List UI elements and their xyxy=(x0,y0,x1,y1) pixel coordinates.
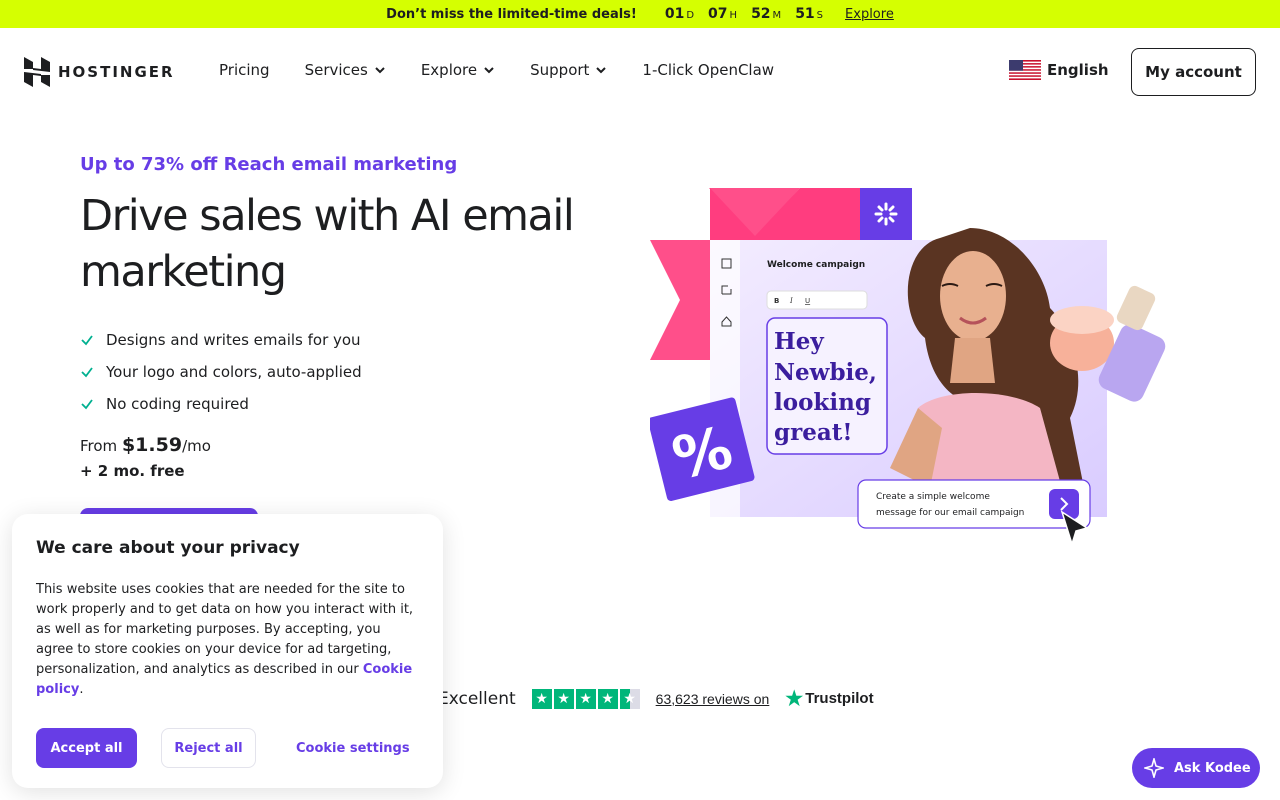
hostinger-logo-icon xyxy=(24,57,50,87)
star-icon: ★ xyxy=(531,688,552,709)
timer-days: 01 D xyxy=(664,6,695,22)
rating-word: Excellent xyxy=(438,688,516,709)
hero-headline: Drive sales with AI email marketing xyxy=(80,191,575,297)
cookie-body-text: This website uses cookies that are neede… xyxy=(36,582,414,677)
half-star-icon: ★ xyxy=(619,688,640,709)
my-account-button[interactable]: My account xyxy=(1131,48,1256,96)
feature-item: Your logo and colors, auto-applied xyxy=(80,356,362,388)
price-line: From $1.59/mo xyxy=(80,434,211,456)
check-icon xyxy=(81,367,93,378)
promo-explore-link[interactable]: Explore xyxy=(845,7,894,22)
feature-item: Designs and writes emails for you xyxy=(80,324,362,356)
nav-item-openclaw[interactable]: 1-Click OpenClaw xyxy=(642,61,774,79)
prompt-text-line: Create a simple welcome xyxy=(876,492,990,502)
loader-tile xyxy=(860,188,912,240)
price-suffix: /mo xyxy=(182,437,211,455)
language-label: English xyxy=(1047,61,1109,79)
promo-message: Don’t miss the limited-time deals! xyxy=(386,6,637,22)
hostinger-logo[interactable]: HOSTINGER xyxy=(24,57,175,87)
prompt-text-line: message for our email campaign xyxy=(876,508,1024,518)
cookie-consent-dialog: We care about your privacy This website … xyxy=(12,514,443,788)
main-nav: HOSTINGER Pricing Services Explore Suppo… xyxy=(0,28,1280,116)
nav-item-label: Services xyxy=(304,61,368,79)
underline-icon: U xyxy=(805,297,810,305)
greeting-line: great! xyxy=(774,419,852,446)
format-toolbar xyxy=(766,290,868,310)
bold-icon: B xyxy=(774,297,779,305)
star-icon: ★ xyxy=(575,688,596,709)
nav-item-pricing[interactable]: Pricing xyxy=(219,61,270,79)
nav-item-label: Explore xyxy=(420,61,478,79)
cookie-settings-button[interactable]: Cookie settings xyxy=(280,728,426,768)
nav-item-support[interactable]: Support xyxy=(530,61,607,79)
nav-menu: Pricing Services Explore Support 1-Click… xyxy=(219,61,809,79)
trustpilot-star-icon: ★ xyxy=(785,688,804,710)
price-prefix: From xyxy=(80,437,118,455)
hero-illustration: Welcome campaign B I U Hey Newbie, looki… xyxy=(650,188,1166,547)
star-icon: ★ xyxy=(553,688,574,709)
greeting-line: Hey xyxy=(774,328,824,355)
feature-text: No coding required xyxy=(106,395,249,413)
review-count[interactable]: 63,623 reviews on xyxy=(656,691,770,707)
nav-item-label: 1-Click OpenClaw xyxy=(642,61,775,79)
nav-item-label: Pricing xyxy=(219,61,270,79)
promo-bar: Don’t miss the limited-time deals! 01 D 0… xyxy=(0,0,1280,28)
trustpilot-logo: ★ Trustpilot xyxy=(785,686,873,711)
rating-stars: ★ ★ ★ ★ ★ xyxy=(531,688,640,709)
check-icon xyxy=(81,335,93,346)
nav-item-services[interactable]: Services xyxy=(305,61,386,79)
chevron-down-icon xyxy=(596,67,607,74)
trustpilot-brand: Trustpilot xyxy=(805,690,874,707)
hero-eyebrow: Up to 73% off Reach email marketing xyxy=(80,154,458,175)
feature-item: No coding required xyxy=(80,388,362,420)
countdown-timer: 01 D 07 H 52 M 51 S xyxy=(665,6,823,22)
star-icon: ★ xyxy=(597,688,618,709)
accept-all-button[interactable]: Accept all xyxy=(36,728,137,768)
timer-seconds: 51 S xyxy=(795,6,824,22)
us-flag-icon xyxy=(1009,60,1041,80)
timer-minutes: 52 M xyxy=(751,6,782,22)
cookie-actions: Accept all Reject all Cookie settings xyxy=(36,728,426,768)
reject-all-button[interactable]: Reject all xyxy=(161,728,256,768)
ask-kodee-button[interactable]: Ask Kodee xyxy=(1132,748,1260,788)
nav-item-explore[interactable]: Explore xyxy=(421,61,495,79)
panel-title: Welcome campaign xyxy=(767,260,865,270)
ask-kodee-label: Ask Kodee xyxy=(1174,760,1251,776)
chevron-down-icon xyxy=(375,67,385,74)
cookie-body: This website uses cookies that are neede… xyxy=(36,580,419,700)
italic-icon: I xyxy=(789,297,793,305)
cookie-body-end: . xyxy=(79,682,84,697)
language-selector[interactable]: English xyxy=(1009,60,1109,80)
price-extra: + 2 mo. free xyxy=(80,462,185,480)
trustpilot-rating[interactable]: Excellent ★ ★ ★ ★ ★ 63,623 reviews on ★ … xyxy=(438,686,874,711)
sparkle-icon xyxy=(1144,758,1164,778)
price-amount: $1.59 xyxy=(121,434,183,456)
logo-text: HOSTINGER xyxy=(58,63,175,81)
nav-item-label: Support xyxy=(530,61,590,79)
cookie-title: We care about your privacy xyxy=(36,538,300,558)
check-icon xyxy=(81,399,93,410)
feature-text: Your logo and colors, auto-applied xyxy=(106,363,362,381)
feature-list: Designs and writes emails for you Your l… xyxy=(80,324,362,420)
greeting-line: Newbie, xyxy=(774,359,877,386)
chevron-down-icon xyxy=(484,67,494,74)
feature-text: Designs and writes emails for you xyxy=(106,331,361,349)
greeting-line: looking xyxy=(774,389,871,416)
timer-hours: 07 H xyxy=(708,6,738,22)
